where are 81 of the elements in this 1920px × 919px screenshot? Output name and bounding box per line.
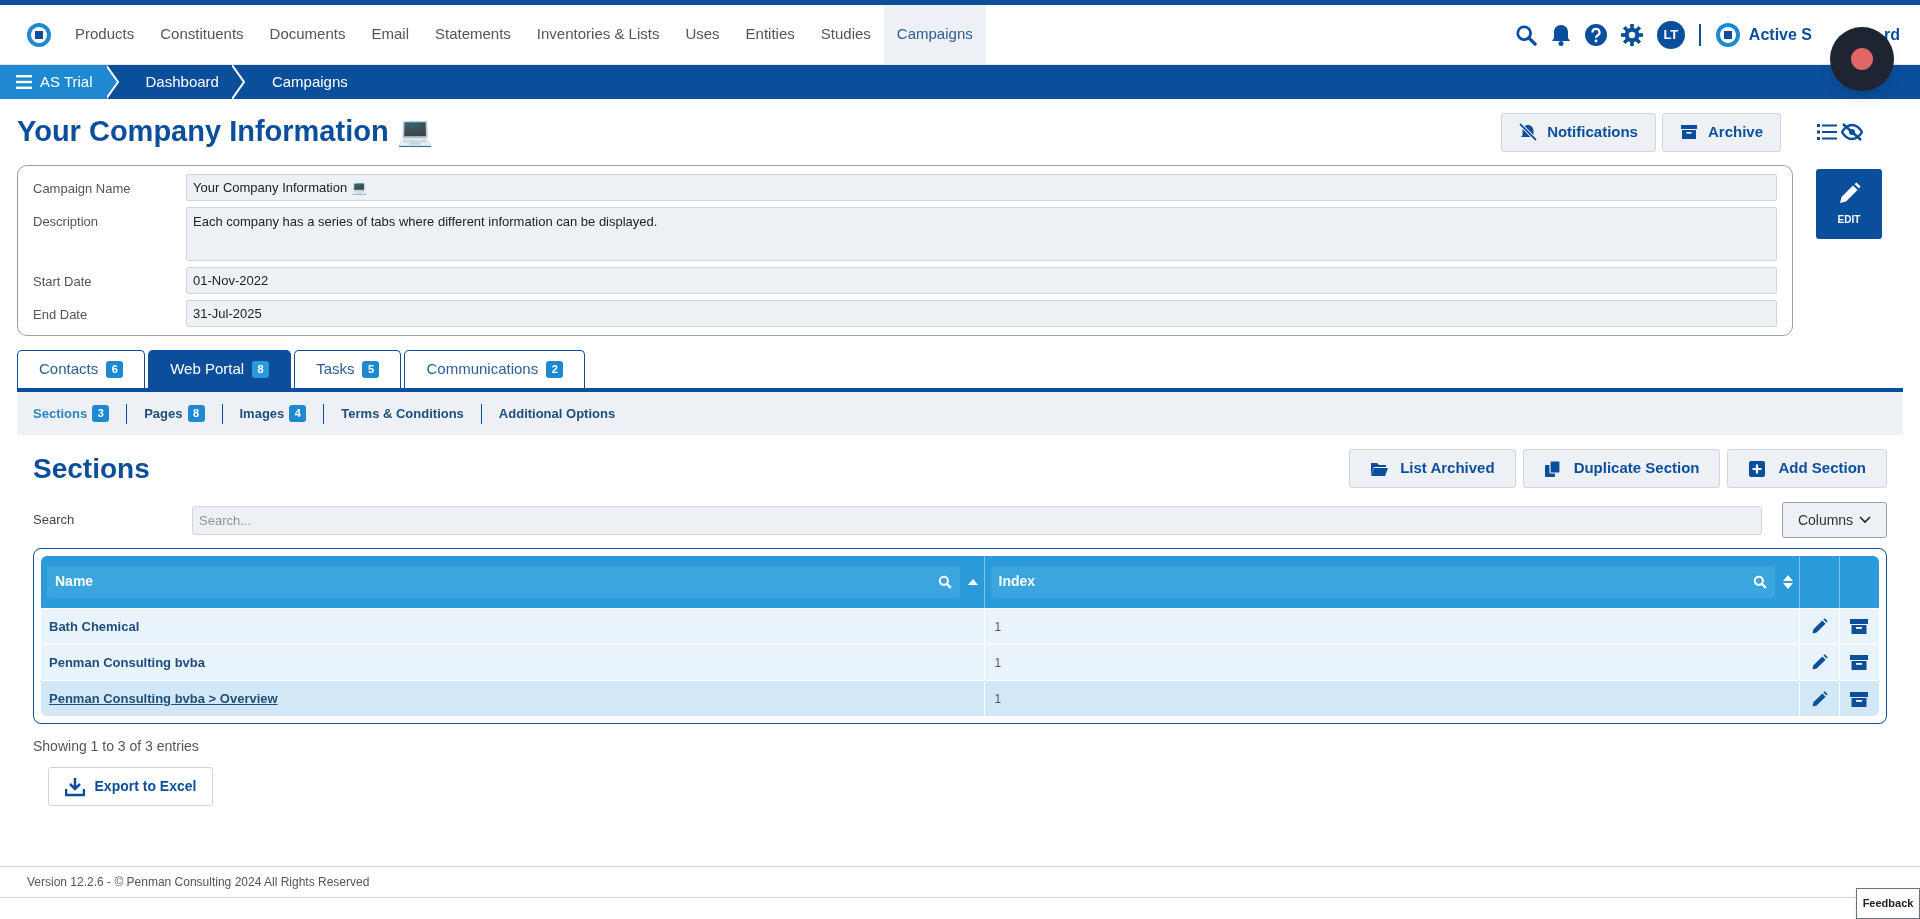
table-cell: 1 (994, 620, 1002, 634)
pencil-icon[interactable] (1810, 654, 1828, 672)
copy-icon (1543, 459, 1562, 478)
subtab[interactable]: Images 4 (239, 403, 307, 424)
bell-icon[interactable] (1550, 23, 1571, 46)
subtab[interactable]: Additional Options (498, 403, 616, 424)
user-avatar[interactable]: LT (1656, 20, 1685, 49)
brand-name: rd (1884, 24, 1900, 45)
name-link[interactable]: Bath Chemical (49, 619, 140, 634)
archive-icon[interactable] (1850, 690, 1869, 708)
name-link[interactable]: Penman Consulting bvba > Overview (49, 691, 278, 707)
field-label: Start Date (33, 273, 93, 291)
name-link[interactable]: Penman Consulting bvba (49, 655, 205, 670)
tab[interactable]: Web Portal 8 (148, 350, 292, 388)
nav-item[interactable]: Email (358, 5, 422, 64)
toolbar-button[interactable]: Notifications (1501, 112, 1656, 152)
toolbar-button[interactable]: Archive (1661, 112, 1781, 152)
nav-item[interactable]: Products (62, 5, 148, 64)
table-row[interactable]: Penman Consulting bvba > Overview 1 (41, 680, 1879, 716)
subtab[interactable]: Terms & Conditions (341, 403, 464, 424)
toolbar-button[interactable]: Duplicate Section (1522, 449, 1721, 488)
toolbar-button[interactable]: List Archived (1349, 449, 1516, 488)
breadcrumb-item[interactable]: Campaigns (245, 65, 362, 99)
header-cell (1839, 556, 1879, 608)
help-icon[interactable] (1584, 23, 1607, 46)
search-label: Search (33, 511, 76, 530)
form-field[interactable]: Your Company Information 💻 (186, 174, 1777, 201)
archive-icon[interactable] (1850, 654, 1869, 672)
list-icon[interactable] (1817, 123, 1837, 141)
sort-icon[interactable] (1782, 574, 1793, 589)
field-label: Description (33, 213, 100, 231)
breadcrumb-item[interactable]: Dashboard (119, 65, 233, 99)
subtab[interactable]: Sections 3 (33, 403, 110, 424)
eye-slash-icon[interactable] (1841, 123, 1863, 141)
export-button[interactable]: Export to Excel (48, 767, 213, 806)
columns-button[interactable]: Columns (1782, 502, 1887, 538)
form-field[interactable]: 31-Jul-2025 (186, 300, 1777, 327)
section-title: Sections (33, 451, 150, 486)
nav-item[interactable]: Documents (256, 5, 359, 64)
page-title: Your Company Information 💻 (17, 114, 433, 150)
logo-icon (1714, 21, 1741, 48)
nav-item[interactable]: Studies (807, 5, 884, 64)
nav-item[interactable]: Campaigns (883, 5, 986, 64)
nav-item[interactable]: Constituents (147, 5, 257, 64)
nav-item[interactable]: Inventories & Lists (523, 5, 673, 64)
subtab[interactable]: Pages 8 (144, 403, 205, 424)
menu-icon (16, 75, 32, 89)
edit-button[interactable]: EDIT (1816, 169, 1882, 239)
bell-slash-icon (1519, 123, 1538, 141)
tab[interactable]: Communications 2 (404, 350, 586, 388)
entries-info: Showing 1 to 3 of 3 entries (33, 737, 200, 756)
search-field[interactable]: Search... (192, 505, 1762, 535)
archive-icon (1679, 123, 1698, 141)
nav-item[interactable]: Statements (422, 5, 524, 64)
field-label: End Date (33, 306, 89, 324)
field-label: Campaign Name (33, 180, 132, 198)
download-icon (64, 776, 85, 797)
nav-item[interactable]: Uses (672, 5, 733, 64)
pencil-icon (1837, 181, 1861, 206)
sort-ascending-icon[interactable] (967, 577, 978, 586)
table-row[interactable]: Penman Consulting bvba 1 (41, 644, 1879, 680)
pencil-icon[interactable] (1810, 690, 1828, 708)
logo-icon[interactable] (26, 21, 52, 48)
breadcrumb-separator (105, 65, 120, 99)
search-icon[interactable] (1514, 23, 1537, 46)
feedback-button[interactable]: Feedback (1856, 888, 1920, 919)
archive-icon[interactable] (1850, 618, 1869, 636)
tab[interactable]: Contacts 6 (17, 350, 146, 388)
form-field[interactable]: 01-Nov-2022 (186, 267, 1777, 294)
plus-square-icon (1748, 459, 1767, 478)
chevron-down-icon (1859, 516, 1872, 524)
pencil-icon[interactable] (1810, 618, 1828, 636)
form-field[interactable]: Each company has a series of tabs where different information can be displayed. (186, 207, 1777, 261)
toolbar-button[interactable]: Add Section (1727, 449, 1887, 488)
table-cell: 1 (994, 656, 1002, 670)
table-row[interactable]: Bath Chemical 1 (41, 608, 1879, 644)
brand-name: Active S (1748, 24, 1812, 45)
table-cell: 1 (994, 692, 1002, 707)
tab[interactable]: Tasks 5 (294, 350, 402, 388)
nav-item[interactable]: Entities (732, 5, 808, 64)
footer-text: Version 12.2.6 - © Penman Consulting 2024 All Rights Reserved (27, 874, 370, 891)
